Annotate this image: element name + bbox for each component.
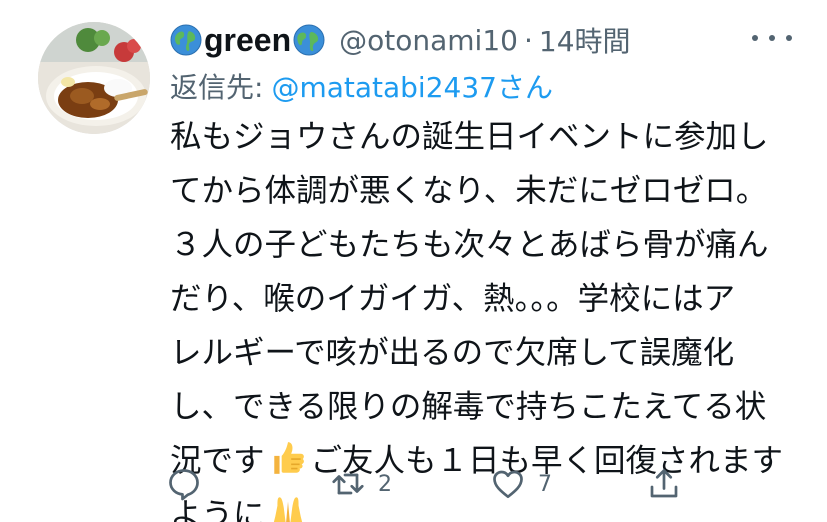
tweet-card[interactable]: green @otonami10 · 14時間 返信先: @matatabi243…: [0, 0, 827, 522]
retweet-icon: [332, 473, 364, 495]
user-handle[interactable]: @otonami10: [339, 24, 518, 57]
avatar[interactable]: [38, 22, 150, 134]
tweet-text-line: 私もジョウさんの誕生日イベントに参加し: [170, 119, 769, 155]
share-button[interactable]: [646, 464, 682, 504]
tweet-header: green @otonami10 · 14時間: [170, 18, 631, 62]
tweet-text-line: だり、喉のイガイガ、熱。。。学校にはア: [170, 281, 736, 317]
tweet-text-line: レルギーで咳が出るので欠席して誤魔化: [170, 335, 735, 371]
tweet-actions: 2 7: [166, 464, 726, 504]
globe-icon: [293, 24, 325, 56]
retweet-count: 2: [378, 471, 392, 497]
display-name[interactable]: green: [204, 22, 291, 59]
like-button[interactable]: 7: [490, 464, 552, 504]
reply-to-user-link[interactable]: @matatabi2437さん: [271, 71, 553, 104]
reply-to: 返信先: @matatabi2437さん: [170, 66, 553, 106]
tweet-text-line: てから体調が悪くなり、未だにゼロゼロ。: [170, 173, 768, 209]
reply-to-label: 返信先:: [170, 71, 264, 104]
like-count: 7: [538, 471, 552, 497]
reply-icon: [169, 469, 199, 501]
timestamp[interactable]: 14時間: [539, 20, 631, 60]
avatar-image: [38, 22, 150, 134]
more-options-icon[interactable]: [752, 28, 792, 48]
tweet-text-line: ３人の子どもたちも次々とあばら骨が痛ん: [170, 227, 769, 263]
share-icon: [650, 469, 678, 498]
separator-dot: ·: [523, 23, 533, 57]
heart-icon: [493, 470, 523, 499]
tweet-text-line: し、できる限りの解毒で持ちこたえてる状: [170, 389, 767, 425]
globe-icon: [170, 24, 202, 56]
tweet-text: 私もジョウさんの誕生日イベントに参加し てから体調が悪くなり、未だにゼロゼロ。 …: [170, 110, 810, 522]
reply-button[interactable]: [166, 464, 202, 504]
retweet-button[interactable]: 2: [330, 464, 392, 504]
